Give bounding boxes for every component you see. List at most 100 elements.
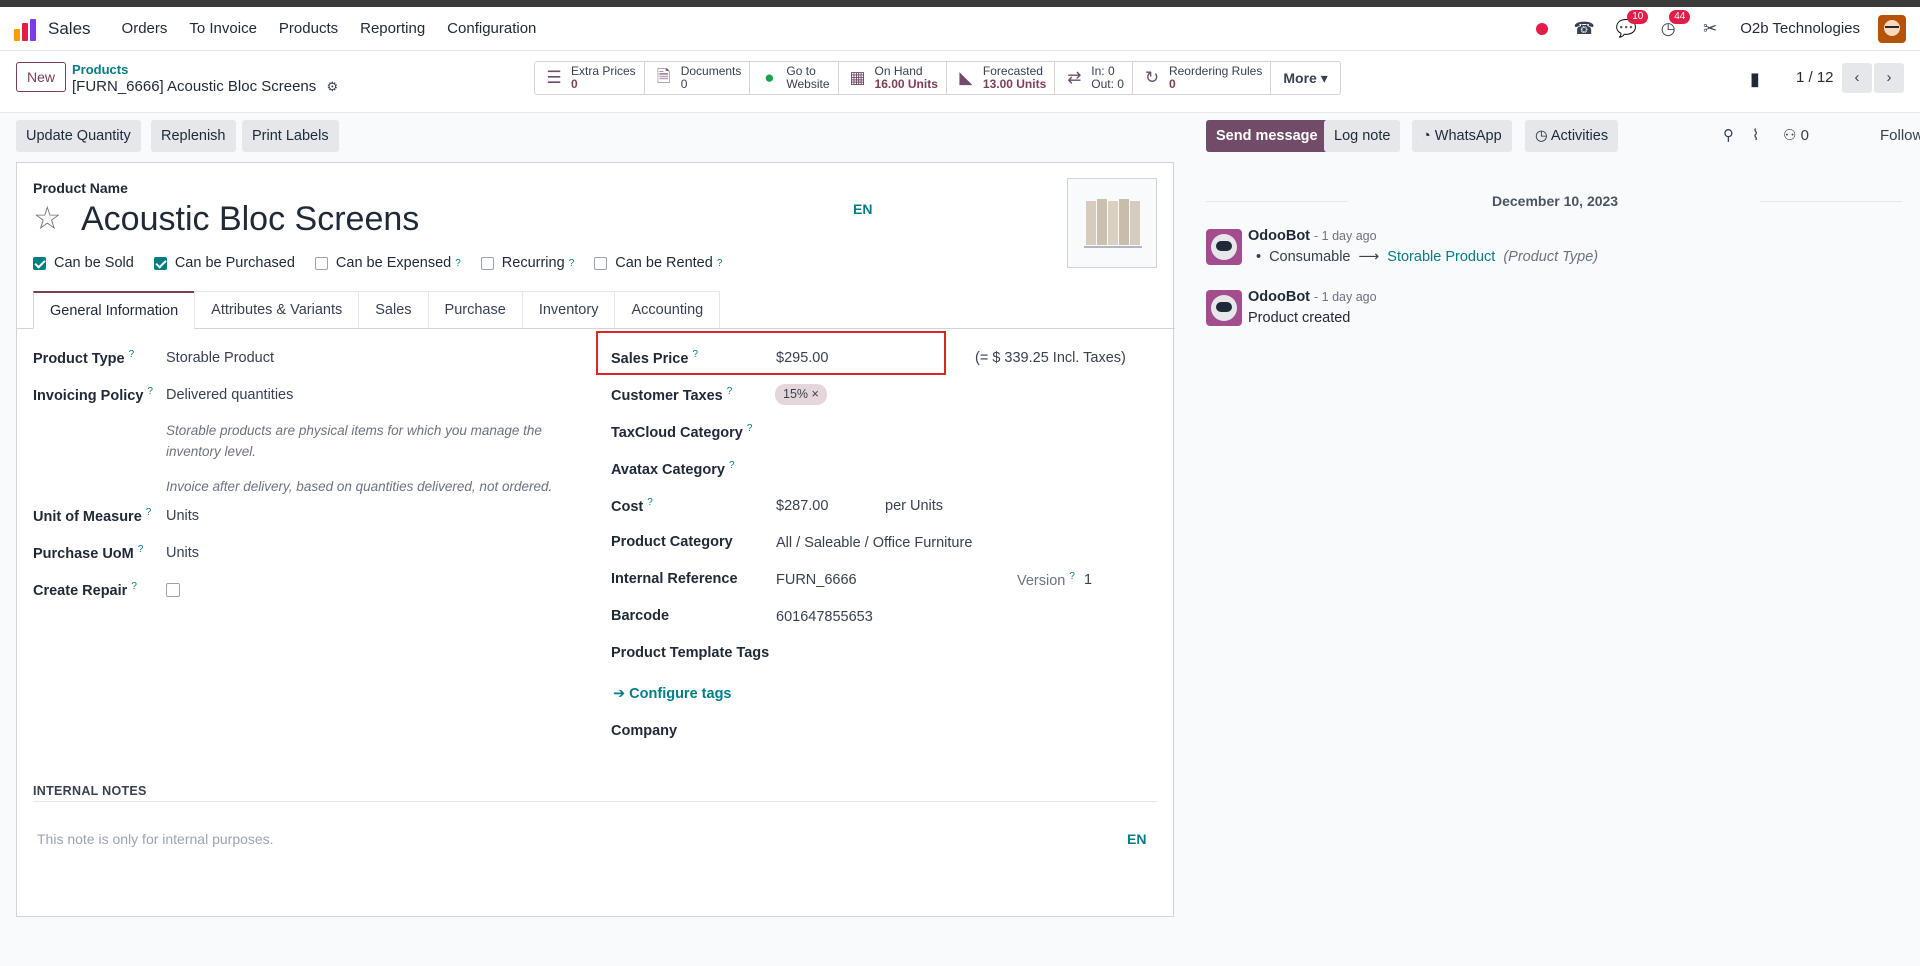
pager-previous-button[interactable]: ‹ [1842,63,1872,93]
whatsapp-button[interactable]: ◔ WhatsApp [1412,120,1512,152]
on-hand-button[interactable]: ▦ On Hand 16.00 Units [839,62,947,94]
search-icon[interactable]: ⚲ [1723,126,1734,144]
message-author: OdooBot - 1 day ago [1248,228,1377,244]
product-type-field[interactable]: Storable Product [166,350,274,366]
odoobot-avatar[interactable] [1206,290,1242,326]
can-be-purchased-checkbox[interactable]: Can be Purchased [153,255,295,271]
product-name-label: Product Name [33,180,128,196]
tab-inventory[interactable]: Inventory [521,291,616,329]
menu-orders[interactable]: Orders [111,20,179,37]
cost-label: Cost ? [611,497,653,515]
activities-badge: 44 [1669,9,1691,24]
recording-indicator-icon[interactable] [1530,22,1554,35]
checkbox-checked[interactable] [153,256,167,270]
tab-sales[interactable]: Sales [358,291,429,329]
forecasted-value: 13.00 Units [982,77,1047,91]
log-note-button[interactable]: Log note [1324,120,1401,152]
followers-count: 0 [1800,127,1809,144]
navbar-systray: ☎ 💬 10 ◷ 44 ✂ O2b Technologies [1530,9,1906,43]
customer-taxes-label: Customer Taxes ? [611,386,733,404]
documents-button[interactable]: 🗎 Documents 0 [645,62,751,94]
pager-value[interactable]: 1 / 12 [1796,69,1834,86]
version-label: Version ? [1017,571,1075,589]
activities-button[interactable]: ◷ Activities [1525,120,1619,152]
phone-icon[interactable]: ☎ [1572,19,1596,39]
internal-reference-field[interactable]: FURN_6666 [776,572,857,588]
language-button[interactable]: EN [853,201,872,217]
cost-field[interactable]: $287.00 [776,498,828,514]
checkbox-unchecked[interactable] [314,256,328,270]
taxcloud-category-label: TaxCloud Category ? [611,423,753,441]
tab-accounting[interactable]: Accounting [614,291,721,329]
can-be-sold-label: Can be Sold [54,255,134,271]
configure-tags-link[interactable]: ➔ Configure tags [613,686,732,702]
send-message-button[interactable]: Send message [1206,120,1328,152]
product-type-hint: Storable products are physical items for… [166,423,542,459]
in-out-button[interactable]: ⇄ In: 0 Out: 0 [1055,62,1133,94]
can-be-rented-checkbox[interactable]: Can be Rented ? [594,255,722,271]
user-icon: ⚇ [1783,127,1797,144]
create-repair-checkbox[interactable] [166,583,180,597]
product-name-field[interactable]: Acoustic Bloc Screens [81,200,419,239]
menu-configuration[interactable]: Configuration [436,20,547,37]
notes-language-button[interactable]: EN [1127,831,1146,847]
user-avatar[interactable] [1878,14,1906,43]
app-name[interactable]: Sales [48,19,91,39]
area-chart-icon: ◣ [959,68,973,87]
version-field[interactable]: 1 [1084,572,1092,588]
odoobot-avatar[interactable] [1206,229,1242,265]
menu-reporting[interactable]: Reporting [349,20,436,37]
checkbox-unchecked[interactable] [594,256,608,270]
replenish-button[interactable]: Replenish [151,120,236,152]
checkbox-unchecked[interactable] [480,256,494,270]
followers-button[interactable]: ⚇ 0 [1783,126,1809,144]
print-labels-button[interactable]: Print Labels [242,120,339,152]
more-dropdown[interactable]: More ▾ [1271,62,1339,94]
recurring-label: Recurring [501,255,565,271]
update-quantity-button[interactable]: Update Quantity [16,120,141,152]
tracking-change: • Consumable ⟶ Storable Product (Product… [1256,249,1598,265]
paperclip-icon[interactable]: ⌇ [1752,126,1759,144]
star-icon[interactable]: ☆ [33,199,62,237]
template-tags-label: Product Template Tags [611,645,770,661]
product-category-field[interactable]: All / Saleable / Office Furniture [776,535,972,551]
can-be-expensed-checkbox[interactable]: Can be Expensed ? [314,255,461,271]
avatax-category-label: Avatax Category ? [611,460,735,478]
activities-clock-icon[interactable]: ◷ 44 [1656,9,1691,39]
can-be-sold-checkbox[interactable]: Can be Sold [33,255,134,271]
cost-unit: per Units [885,498,944,514]
debug-tools-icon[interactable]: ✂ [1698,19,1722,39]
sales-app-icon[interactable] [14,17,38,41]
sales-price-field[interactable]: $295.00 [776,350,828,366]
recurring-checkbox[interactable]: Recurring ? [480,255,574,271]
unit-of-measure-field[interactable]: Units [166,508,199,524]
date-separator-left [1206,201,1348,202]
breadcrumb-products[interactable]: Products [72,62,128,77]
bookmark-icon[interactable]: ▮ [1750,69,1760,90]
menu-to-invoice[interactable]: To Invoice [178,20,268,37]
clock-icon: ◷ [1535,128,1548,144]
pager-next-button[interactable]: › [1874,63,1904,93]
extra-prices-button[interactable]: ☰ Extra Prices 0 [535,62,645,94]
menu-products[interactable]: Products [268,20,349,37]
tab-attributes-variants[interactable]: Attributes & Variants [194,291,360,329]
barcode-field[interactable]: 601647855653 [776,609,873,625]
new-button[interactable]: New [16,62,67,92]
forecasted-button[interactable]: ◣ Forecasted 13.00 Units [947,62,1056,94]
product-flags: Can be Sold Can be Purchased Can be Expe… [33,255,742,271]
reordering-rules-button[interactable]: ↻ Reordering Rules 0 [1133,62,1272,94]
invoicing-policy-field[interactable]: Delivered quantities [166,387,293,403]
internal-notes-field[interactable]: This note is only for internal purposes. [37,831,274,847]
message-time: - 1 day ago [1314,229,1377,243]
gear-icon[interactable]: ⚙ [326,79,338,94]
checkbox-checked[interactable] [33,256,46,270]
follow-button[interactable]: Follow [1880,127,1920,144]
tab-purchase[interactable]: Purchase [427,291,523,329]
tab-general-information[interactable]: General Information [33,291,196,329]
go-to-website-button[interactable]: ● Go to Website [750,62,839,94]
company-switcher[interactable]: O2b Technologies [1740,20,1860,37]
product-image[interactable] [1067,178,1157,268]
messages-icon[interactable]: 💬 10 [1614,9,1649,39]
tax-tag-15[interactable]: 15% × [775,384,827,405]
purchase-uom-field[interactable]: Units [166,545,199,561]
